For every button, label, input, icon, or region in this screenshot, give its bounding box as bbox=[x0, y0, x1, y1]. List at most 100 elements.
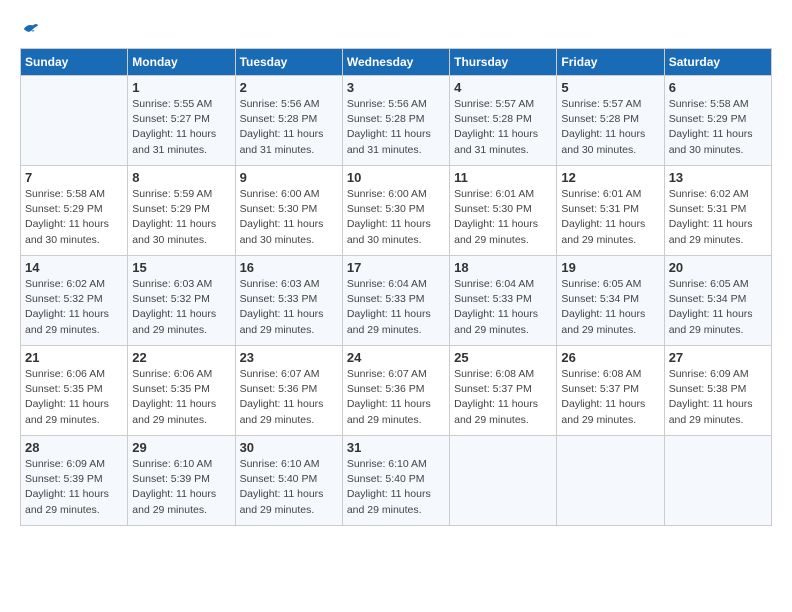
day-cell: 9Sunrise: 6:00 AMSunset: 5:30 PMDaylight… bbox=[235, 166, 342, 256]
day-cell bbox=[450, 436, 557, 526]
week-row-4: 28 Sunrise: 6:09 AMSunset: 5:39 PMDayligh… bbox=[21, 436, 772, 526]
day-number: 25 bbox=[454, 350, 552, 365]
day-info: Sunrise: 5:58 AMSunset: 5:29 PMDaylight:… bbox=[669, 97, 767, 158]
day-cell: 25 Sunrise: 6:08 AMSunset: 5:37 PMDayligh… bbox=[450, 346, 557, 436]
day-number: 6 bbox=[669, 80, 767, 95]
day-cell: 24 Sunrise: 6:07 AMSunset: 5:36 PMDayligh… bbox=[342, 346, 449, 436]
day-number: 20 bbox=[669, 260, 767, 275]
day-info: Sunrise: 6:03 AMSunset: 5:32 PMDaylight:… bbox=[132, 277, 230, 338]
day-cell: 6 Sunrise: 5:58 AMSunset: 5:29 PMDaylight… bbox=[664, 76, 771, 166]
day-info: Sunrise: 6:05 AMSunset: 5:34 PMDaylight:… bbox=[561, 277, 659, 338]
calendar-header-row: SundayMondayTuesdayWednesdayThursdayFrid… bbox=[21, 49, 772, 76]
day-cell: 7Sunrise: 5:58 AMSunset: 5:29 PMDaylight… bbox=[21, 166, 128, 256]
day-number: 12 bbox=[561, 170, 659, 185]
header-monday: Monday bbox=[128, 49, 235, 76]
day-cell: 23Sunrise: 6:07 AMSunset: 5:36 PMDayligh… bbox=[235, 346, 342, 436]
week-row-2: 14 Sunrise: 6:02 AMSunset: 5:32 PMDayligh… bbox=[21, 256, 772, 346]
day-cell: 30 Sunrise: 6:10 AMSunset: 5:40 PMDayligh… bbox=[235, 436, 342, 526]
day-number: 21 bbox=[25, 350, 123, 365]
day-info: Sunrise: 6:00 AMSunset: 5:30 PMDaylight:… bbox=[240, 187, 338, 248]
day-cell: 1 Sunrise: 5:55 AMSunset: 5:27 PMDaylight… bbox=[128, 76, 235, 166]
day-cell bbox=[21, 76, 128, 166]
day-number: 8 bbox=[132, 170, 230, 185]
day-number: 29 bbox=[132, 440, 230, 455]
header-wednesday: Wednesday bbox=[342, 49, 449, 76]
day-info: Sunrise: 6:06 AMSunset: 5:35 PMDaylight:… bbox=[132, 367, 230, 428]
day-info: Sunrise: 6:06 AMSunset: 5:35 PMDaylight:… bbox=[25, 367, 123, 428]
day-cell: 21 Sunrise: 6:06 AMSunset: 5:35 PMDayligh… bbox=[21, 346, 128, 436]
header-saturday: Saturday bbox=[664, 49, 771, 76]
day-number: 26 bbox=[561, 350, 659, 365]
day-info: Sunrise: 6:01 AMSunset: 5:31 PMDaylight:… bbox=[561, 187, 659, 248]
day-cell: 29 Sunrise: 6:10 AMSunset: 5:39 PMDayligh… bbox=[128, 436, 235, 526]
day-info: Sunrise: 6:10 AMSunset: 5:40 PMDaylight:… bbox=[347, 457, 445, 518]
day-info: Sunrise: 6:09 AMSunset: 5:39 PMDaylight:… bbox=[25, 457, 123, 518]
day-cell: 31 Sunrise: 6:10 AMSunset: 5:40 PMDayligh… bbox=[342, 436, 449, 526]
day-cell: 15 Sunrise: 6:03 AMSunset: 5:32 PMDayligh… bbox=[128, 256, 235, 346]
day-cell: 8 Sunrise: 5:59 AMSunset: 5:29 PMDaylight… bbox=[128, 166, 235, 256]
day-cell: 11Sunrise: 6:01 AMSunset: 5:30 PMDayligh… bbox=[450, 166, 557, 256]
header-friday: Friday bbox=[557, 49, 664, 76]
day-number: 18 bbox=[454, 260, 552, 275]
day-info: Sunrise: 6:05 AMSunset: 5:34 PMDaylight:… bbox=[669, 277, 767, 338]
day-info: Sunrise: 5:57 AMSunset: 5:28 PMDaylight:… bbox=[454, 97, 552, 158]
day-number: 16 bbox=[240, 260, 338, 275]
day-number: 30 bbox=[240, 440, 338, 455]
day-info: Sunrise: 6:09 AMSunset: 5:38 PMDaylight:… bbox=[669, 367, 767, 428]
day-cell: 10 Sunrise: 6:00 AMSunset: 5:30 PMDayligh… bbox=[342, 166, 449, 256]
day-info: Sunrise: 6:10 AMSunset: 5:39 PMDaylight:… bbox=[132, 457, 230, 518]
day-info: Sunrise: 6:07 AMSunset: 5:36 PMDaylight:… bbox=[240, 367, 338, 428]
day-number: 10 bbox=[347, 170, 445, 185]
day-cell bbox=[664, 436, 771, 526]
day-cell: 27Sunrise: 6:09 AMSunset: 5:38 PMDayligh… bbox=[664, 346, 771, 436]
day-number: 5 bbox=[561, 80, 659, 95]
day-info: Sunrise: 5:55 AMSunset: 5:27 PMDaylight:… bbox=[132, 97, 230, 158]
day-info: Sunrise: 6:10 AMSunset: 5:40 PMDaylight:… bbox=[240, 457, 338, 518]
logo bbox=[20, 20, 40, 38]
day-number: 15 bbox=[132, 260, 230, 275]
day-info: Sunrise: 5:56 AMSunset: 5:28 PMDaylight:… bbox=[347, 97, 445, 158]
day-cell: 26Sunrise: 6:08 AMSunset: 5:37 PMDayligh… bbox=[557, 346, 664, 436]
day-number: 19 bbox=[561, 260, 659, 275]
day-cell: 16 Sunrise: 6:03 AMSunset: 5:33 PMDayligh… bbox=[235, 256, 342, 346]
day-cell: 4 Sunrise: 5:57 AMSunset: 5:28 PMDaylight… bbox=[450, 76, 557, 166]
header-sunday: Sunday bbox=[21, 49, 128, 76]
day-number: 13 bbox=[669, 170, 767, 185]
day-info: Sunrise: 6:02 AMSunset: 5:31 PMDaylight:… bbox=[669, 187, 767, 248]
day-number: 1 bbox=[132, 80, 230, 95]
day-info: Sunrise: 5:57 AMSunset: 5:28 PMDaylight:… bbox=[561, 97, 659, 158]
day-cell: 17Sunrise: 6:04 AMSunset: 5:33 PMDayligh… bbox=[342, 256, 449, 346]
day-number: 22 bbox=[132, 350, 230, 365]
day-info: Sunrise: 6:04 AMSunset: 5:33 PMDaylight:… bbox=[454, 277, 552, 338]
day-info: Sunrise: 6:02 AMSunset: 5:32 PMDaylight:… bbox=[25, 277, 123, 338]
day-info: Sunrise: 6:00 AMSunset: 5:30 PMDaylight:… bbox=[347, 187, 445, 248]
day-cell: 12 Sunrise: 6:01 AMSunset: 5:31 PMDayligh… bbox=[557, 166, 664, 256]
day-number: 3 bbox=[347, 80, 445, 95]
day-info: Sunrise: 5:59 AMSunset: 5:29 PMDaylight:… bbox=[132, 187, 230, 248]
day-number: 28 bbox=[25, 440, 123, 455]
day-number: 31 bbox=[347, 440, 445, 455]
day-info: Sunrise: 5:58 AMSunset: 5:29 PMDaylight:… bbox=[25, 187, 123, 248]
page-header bbox=[20, 20, 772, 38]
day-cell bbox=[557, 436, 664, 526]
day-cell: 13 Sunrise: 6:02 AMSunset: 5:31 PMDayligh… bbox=[664, 166, 771, 256]
week-row-0: 1 Sunrise: 5:55 AMSunset: 5:27 PMDaylight… bbox=[21, 76, 772, 166]
day-info: Sunrise: 6:08 AMSunset: 5:37 PMDaylight:… bbox=[454, 367, 552, 428]
day-info: Sunrise: 6:01 AMSunset: 5:30 PMDaylight:… bbox=[454, 187, 552, 248]
day-cell: 22 Sunrise: 6:06 AMSunset: 5:35 PMDayligh… bbox=[128, 346, 235, 436]
day-number: 4 bbox=[454, 80, 552, 95]
logo-bird-icon bbox=[22, 20, 40, 38]
header-thursday: Thursday bbox=[450, 49, 557, 76]
week-row-1: 7Sunrise: 5:58 AMSunset: 5:29 PMDaylight… bbox=[21, 166, 772, 256]
day-info: Sunrise: 6:07 AMSunset: 5:36 PMDaylight:… bbox=[347, 367, 445, 428]
day-cell: 19 Sunrise: 6:05 AMSunset: 5:34 PMDayligh… bbox=[557, 256, 664, 346]
day-number: 2 bbox=[240, 80, 338, 95]
day-number: 24 bbox=[347, 350, 445, 365]
day-cell: 5 Sunrise: 5:57 AMSunset: 5:28 PMDaylight… bbox=[557, 76, 664, 166]
calendar-table: SundayMondayTuesdayWednesdayThursdayFrid… bbox=[20, 48, 772, 526]
day-cell: 3 Sunrise: 5:56 AMSunset: 5:28 PMDaylight… bbox=[342, 76, 449, 166]
day-info: Sunrise: 6:03 AMSunset: 5:33 PMDaylight:… bbox=[240, 277, 338, 338]
day-number: 14 bbox=[25, 260, 123, 275]
day-cell: 18 Sunrise: 6:04 AMSunset: 5:33 PMDayligh… bbox=[450, 256, 557, 346]
day-info: Sunrise: 5:56 AMSunset: 5:28 PMDaylight:… bbox=[240, 97, 338, 158]
